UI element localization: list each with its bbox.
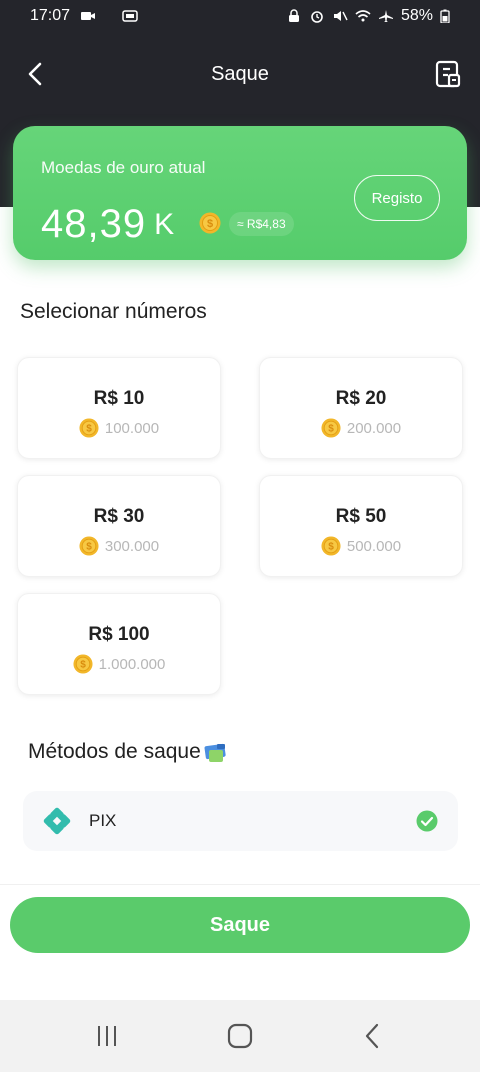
app-header: Saque: [0, 46, 480, 102]
gold-coin-icon: $: [321, 536, 341, 556]
svg-text:$: $: [207, 218, 213, 230]
gold-coin-icon: $: [199, 212, 221, 234]
amount-option-100[interactable]: R$ 100 $ 1.000.000: [17, 593, 221, 695]
page-title: Saque: [211, 62, 269, 85]
coin-amount: 1.000.000: [98, 655, 166, 673]
method-label: PIX: [89, 811, 117, 830]
gold-coin-icon: $: [321, 418, 341, 438]
balance-approx-value: ≈ R$4,83: [229, 212, 294, 236]
balance-amount-value: 48,39: [41, 202, 147, 246]
amount-option-coins: $ 1.000.000: [18, 654, 220, 674]
balance-label: Moedas de ouro atual: [41, 158, 206, 177]
amount-option-coins: $ 200.000: [260, 418, 462, 438]
methods-title-text: Métodos de saque: [28, 740, 201, 763]
amount-option-50[interactable]: R$ 50 $ 500.000: [259, 475, 463, 577]
amount-option-label: R$ 10: [93, 388, 145, 409]
methods-section-title: Métodos de saque: [28, 740, 229, 764]
amount-option-label: R$ 100: [88, 624, 150, 645]
balance-card: Moedas de ouro atual 48,39 K $ ≈ R$4,83 …: [13, 126, 467, 260]
svg-text:$: $: [328, 424, 334, 435]
coin-amount: 100.000: [104, 419, 160, 437]
amount-option-20[interactable]: R$ 20 $ 200.000: [259, 357, 463, 459]
battery-icon: [440, 9, 450, 23]
balance-amount: 48,39 K: [41, 202, 175, 247]
svg-text:$: $: [86, 424, 92, 435]
balance-amount-unit: K: [154, 207, 176, 241]
lock-icon: [288, 9, 299, 22]
system-back-icon[interactable]: [358, 1021, 388, 1051]
gold-coin-icon: $: [79, 536, 99, 556]
coin-amount: 500.000: [346, 537, 402, 555]
amount-option-label: R$ 50: [335, 506, 387, 527]
pix-logo-icon: [43, 807, 71, 835]
amount-option-30[interactable]: R$ 30 $ 300.000: [17, 475, 221, 577]
system-navigation-bar: [0, 1000, 480, 1072]
svg-text:$: $: [80, 660, 86, 671]
status-time: 17:07: [30, 7, 71, 24]
amount-option-label: R$ 30: [93, 506, 145, 527]
gold-coin-icon: $: [73, 654, 93, 674]
coin-amount: 300.000: [104, 537, 160, 555]
alarm-icon: [311, 11, 323, 23]
mute-icon: [333, 11, 348, 21]
home-icon[interactable]: [225, 1021, 255, 1051]
svg-text:$: $: [328, 542, 334, 553]
method-pix[interactable]: PIX: [23, 791, 458, 851]
withdraw-button[interactable]: Saque: [10, 897, 470, 953]
coin-amount: 200.000: [346, 419, 402, 437]
battery-percentage: 58%: [400, 7, 433, 24]
amount-option-coins: $ 300.000: [18, 536, 220, 556]
amount-option-10[interactable]: R$ 10 $ 100.000: [17, 357, 221, 459]
divider: [0, 884, 480, 885]
svg-text:$: $: [86, 542, 92, 553]
recent-apps-icon[interactable]: [92, 1021, 122, 1051]
gold-coin-icon: $: [79, 418, 99, 438]
status-bar: 17:07 58%: [0, 0, 480, 32]
video-camera-icon: [81, 12, 96, 20]
registo-button[interactable]: Registo: [354, 175, 440, 221]
wifi-icon: [355, 10, 371, 22]
amount-option-coins: $ 100.000: [18, 418, 220, 438]
amount-section-title: Selecionar números: [20, 300, 207, 323]
back-arrow-icon[interactable]: [24, 60, 48, 88]
amount-option-coins: $ 500.000: [260, 536, 462, 556]
amount-option-label: R$ 20: [335, 388, 387, 409]
money-wallet-icon: [204, 743, 226, 762]
airplane-icon: [378, 10, 393, 22]
records-document-icon[interactable]: [434, 58, 462, 90]
notification-app-icon: [122, 10, 138, 22]
check-circle-icon: [416, 810, 438, 832]
